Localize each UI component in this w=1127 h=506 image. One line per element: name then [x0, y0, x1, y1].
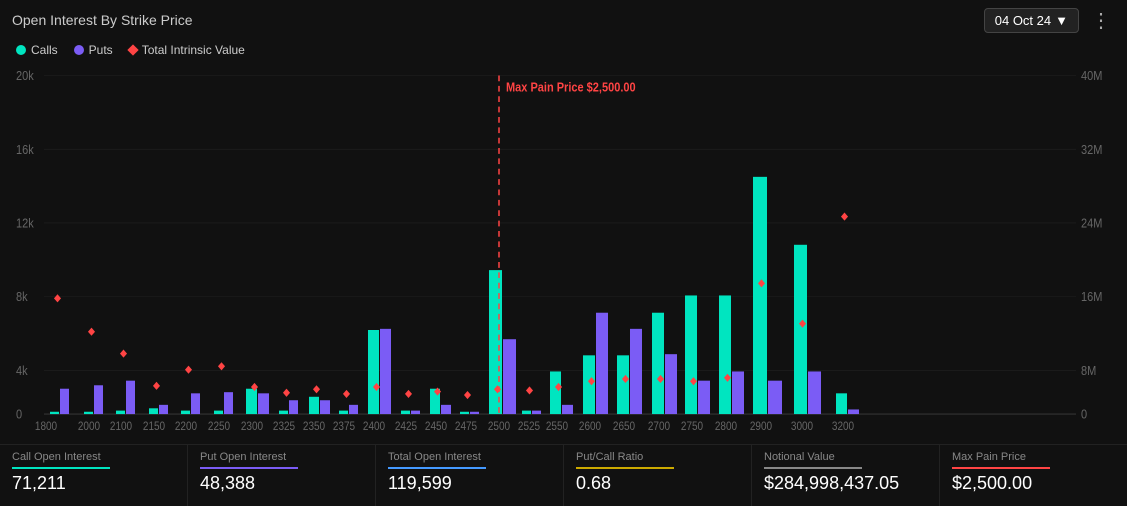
svg-text:2100: 2100	[110, 421, 132, 434]
svg-text:2350: 2350	[303, 421, 325, 434]
stat-label: Call Open Interest	[12, 451, 175, 463]
svg-text:2425: 2425	[395, 421, 417, 434]
svg-text:2500: 2500	[488, 421, 510, 434]
stat-item: Max Pain Price $2,500.00	[940, 445, 1127, 506]
chart-area: 20k 16k 12k 8k 4k 0 40M 32M 24M 16M 8M 0	[0, 64, 1127, 444]
stat-underline	[952, 467, 1050, 469]
stat-label: Notional Value	[764, 451, 927, 463]
stat-value: 0.68	[576, 473, 739, 494]
svg-text:24M: 24M	[1081, 216, 1102, 231]
date-selector[interactable]: 04 Oct 24 ▼	[984, 8, 1079, 33]
svg-text:4k: 4k	[16, 363, 28, 378]
chevron-down-icon: ▼	[1055, 13, 1068, 28]
svg-text:2800: 2800	[715, 421, 737, 434]
svg-text:40M: 40M	[1081, 68, 1102, 83]
intrinsic-dot	[127, 44, 138, 55]
svg-text:2150: 2150	[143, 421, 165, 434]
svg-text:2200: 2200	[175, 421, 197, 434]
stat-value: $2,500.00	[952, 473, 1115, 494]
svg-text:2450: 2450	[425, 421, 447, 434]
stat-item: Call Open Interest 71,211	[0, 445, 188, 506]
svg-text:8M: 8M	[1081, 363, 1096, 378]
svg-text:2475: 2475	[455, 421, 477, 434]
main-chart: 20k 16k 12k 8k 4k 0 40M 32M 24M 16M 8M 0	[16, 64, 1111, 444]
svg-text:2550: 2550	[546, 421, 568, 434]
stat-label: Max Pain Price	[952, 451, 1115, 463]
svg-text:1800: 1800	[35, 421, 57, 434]
stats-bar: Call Open Interest 71,211 Put Open Inter…	[0, 444, 1127, 506]
page-title: Open Interest By Strike Price	[12, 12, 193, 28]
stat-underline	[764, 467, 862, 469]
header-controls: 04 Oct 24 ▼ ⋮	[984, 8, 1115, 33]
svg-text:16k: 16k	[16, 142, 34, 157]
stat-value: 119,599	[388, 473, 551, 494]
svg-text:20k: 20k	[16, 68, 34, 83]
svg-text:32M: 32M	[1081, 142, 1102, 157]
svg-text:12k: 12k	[16, 216, 34, 231]
svg-text:2700: 2700	[648, 421, 670, 434]
svg-text:2250: 2250	[208, 421, 230, 434]
puts-dot	[74, 45, 84, 55]
more-options-button[interactable]: ⋮	[1087, 8, 1115, 33]
stat-label: Put Open Interest	[200, 451, 363, 463]
svg-text:2525: 2525	[518, 421, 540, 434]
stat-value: 71,211	[12, 473, 175, 494]
legend-intrinsic: Total Intrinsic Value	[129, 43, 245, 57]
svg-text:2400: 2400	[363, 421, 385, 434]
header: Open Interest By Strike Price 04 Oct 24 …	[0, 0, 1127, 40]
svg-text:8k: 8k	[16, 289, 28, 304]
stat-underline	[388, 467, 486, 469]
svg-text:0: 0	[1081, 407, 1087, 422]
svg-text:2750: 2750	[681, 421, 703, 434]
svg-text:Max Pain Price $2,500.00: Max Pain Price $2,500.00	[506, 80, 636, 95]
stat-label: Put/Call Ratio	[576, 451, 739, 463]
svg-text:2375: 2375	[333, 421, 355, 434]
calls-dot	[16, 45, 26, 55]
stat-label: Total Open Interest	[388, 451, 551, 463]
svg-text:16M: 16M	[1081, 289, 1102, 304]
app-container: Open Interest By Strike Price 04 Oct 24 …	[0, 0, 1127, 506]
stat-item: Notional Value $284,998,437.05	[752, 445, 940, 506]
svg-text:2300: 2300	[241, 421, 263, 434]
stat-underline	[12, 467, 110, 469]
svg-text:2600: 2600	[579, 421, 601, 434]
legend: Calls Puts Total Intrinsic Value	[0, 40, 1127, 64]
stat-value: 48,388	[200, 473, 363, 494]
stat-item: Put/Call Ratio 0.68	[564, 445, 752, 506]
stat-underline	[576, 467, 674, 469]
svg-text:2900: 2900	[750, 421, 772, 434]
legend-calls: Calls	[16, 43, 58, 57]
stat-underline	[200, 467, 298, 469]
stat-value: $284,998,437.05	[764, 473, 927, 494]
svg-text:2650: 2650	[613, 421, 635, 434]
stat-item: Total Open Interest 119,599	[376, 445, 564, 506]
svg-text:0: 0	[16, 407, 22, 422]
stat-item: Put Open Interest 48,388	[188, 445, 376, 506]
svg-text:2000: 2000	[78, 421, 100, 434]
svg-text:3000: 3000	[791, 421, 813, 434]
legend-puts: Puts	[74, 43, 113, 57]
svg-text:2325: 2325	[273, 421, 295, 434]
svg-text:3200: 3200	[832, 421, 854, 434]
